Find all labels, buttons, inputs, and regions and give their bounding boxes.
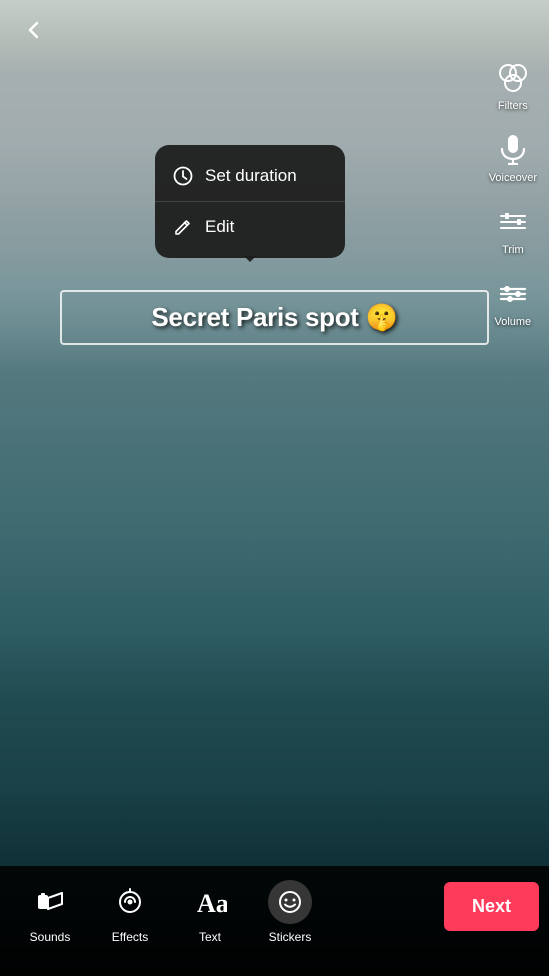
edit-menu-item[interactable]: Edit (155, 204, 345, 250)
context-menu: Set duration Edit (155, 145, 345, 258)
sounds-label: Sounds (30, 930, 71, 944)
sounds-icon (28, 880, 72, 924)
text-overlay-content: Secret Paris spot 🤫 (151, 302, 397, 332)
volume-label: Volume (494, 316, 531, 328)
effects-icon (108, 880, 152, 924)
sounds-button[interactable]: Sounds (10, 880, 90, 944)
menu-divider (155, 201, 345, 202)
trim-label: Trim (502, 244, 524, 256)
stickers-label: Stickers (269, 930, 312, 944)
voiceover-label: Voiceover (489, 172, 537, 184)
text-overlay-box: Secret Paris spot 🤫 (60, 290, 489, 345)
set-duration-menu-item[interactable]: Set duration (155, 153, 345, 199)
filters-button[interactable]: Filters (495, 60, 531, 112)
trim-button[interactable]: Trim (495, 204, 531, 256)
edit-icon (173, 217, 193, 237)
effects-label: Effects (112, 930, 148, 944)
bottom-toolbar: Sounds Effects Aa Text (0, 866, 549, 976)
clock-icon (173, 166, 193, 186)
back-icon (23, 19, 45, 41)
top-bar (0, 0, 549, 60)
trim-icon (495, 204, 531, 240)
volume-icon (495, 276, 531, 312)
effects-button[interactable]: Effects (90, 880, 170, 944)
right-toolbar: Filters Voiceover Trim (489, 60, 537, 328)
edit-label: Edit (205, 217, 234, 237)
filters-icon (495, 60, 531, 96)
text-label: Text (199, 930, 221, 944)
volume-button[interactable]: Volume (494, 276, 531, 328)
voiceover-icon (495, 132, 531, 168)
stickers-icon (268, 880, 312, 924)
next-button[interactable]: Next (444, 882, 539, 931)
filters-label: Filters (498, 100, 528, 112)
text-button[interactable]: Aa Text (170, 880, 250, 944)
back-button[interactable] (16, 12, 52, 48)
svg-text:Aa: Aa (197, 889, 227, 918)
voiceover-button[interactable]: Voiceover (489, 132, 537, 184)
stickers-button[interactable]: Stickers (250, 880, 330, 944)
text-overlay-container[interactable]: Secret Paris spot 🤫 (60, 290, 489, 345)
text-icon: Aa (188, 880, 232, 924)
bottom-tools: Sounds Effects Aa Text (10, 880, 444, 944)
set-duration-label: Set duration (205, 166, 297, 186)
